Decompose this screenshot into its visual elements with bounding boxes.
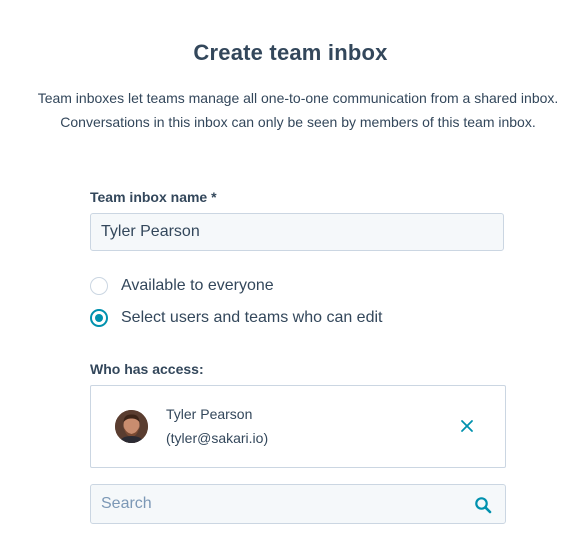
radio-button-unchecked[interactable]: [90, 277, 108, 295]
radio-label-select-users: Select users and teams who can edit: [121, 309, 383, 326]
team-inbox-name-label: Team inbox name *: [90, 189, 217, 205]
search-icon[interactable]: [474, 496, 492, 514]
user-email: (tyler@sakari.io): [166, 430, 269, 446]
page-title: Create team inbox: [193, 40, 388, 65]
close-icon[interactable]: [459, 418, 475, 434]
search-field: [90, 484, 506, 524]
avatar-image: [115, 410, 148, 443]
radio-label-everyone: Available to everyone: [121, 277, 274, 294]
radio-button-checked[interactable]: [90, 309, 108, 327]
who-has-access-label: Who has access:: [90, 361, 204, 377]
avatar: [115, 410, 148, 443]
team-inbox-name-input[interactable]: [90, 213, 504, 251]
remove-user-button[interactable]: [459, 418, 475, 434]
radio-available-to-everyone[interactable]: Available to everyone: [90, 275, 274, 297]
access-list: Tyler Pearson (tyler@sakari.io): [90, 385, 506, 468]
search-input[interactable]: [91, 485, 461, 523]
radio-select-users-and-teams[interactable]: Select users and teams who can edit: [90, 307, 382, 329]
user-name: Tyler Pearson: [166, 406, 253, 422]
create-team-inbox-page: Create team inbox Team inboxes let teams…: [0, 0, 581, 539]
page-description: Team inboxes let teams manage all one-to…: [37, 90, 559, 130]
